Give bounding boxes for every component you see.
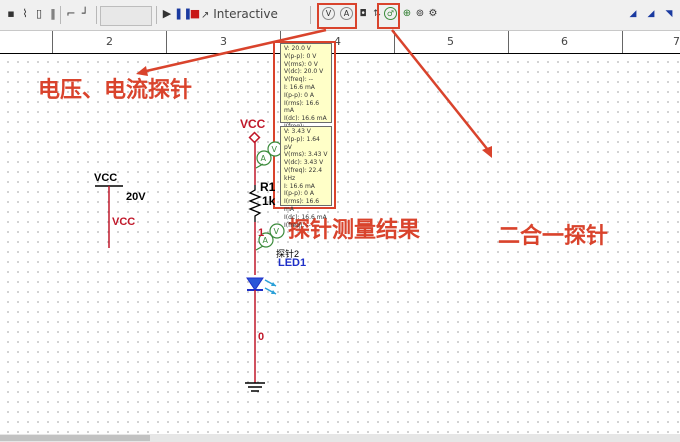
annotation-combo-probe: 二合一探针 bbox=[498, 224, 609, 249]
resistor-r1 bbox=[248, 185, 262, 222]
probe1-results-box[interactable]: V: 20.0 V V(p-p): 0 V V(rms): 0 V V(dc):… bbox=[280, 43, 332, 130]
probe2-tip bbox=[255, 245, 264, 251]
vcc-net-label-left: VCC bbox=[112, 216, 136, 228]
probe1-tip bbox=[255, 163, 264, 169]
probe1-line: V(freq): -- bbox=[284, 76, 313, 84]
annotation-probe-types: 电压、电流探针 bbox=[38, 78, 193, 103]
probe2-line: V(freq): 22.4 kHz bbox=[284, 166, 323, 182]
probe2-line: V(rms): 3.43 V bbox=[284, 151, 328, 159]
probe2-results-box[interactable]: V: 3.43 V V(p-p): 1.64 pV V(rms): 3.43 V… bbox=[280, 126, 332, 229]
probe2-line: I(rms): 16.6 mA bbox=[284, 198, 320, 213]
led-diode bbox=[246, 277, 264, 291]
probe1-line: I(p-p): 0 A bbox=[284, 91, 314, 99]
probe1-line: V(rms): 0 V bbox=[284, 60, 318, 68]
probe1-voltmeter-letter: V bbox=[272, 145, 278, 154]
probe2-line: I: 16.6 mA bbox=[284, 182, 315, 190]
combo-probe-toolbar-highlight bbox=[377, 3, 400, 29]
vcc-source-voltage: 20V bbox=[126, 191, 146, 203]
probe2-line: V(dc): 3.43 V bbox=[284, 159, 324, 167]
vcc-terminal bbox=[248, 131, 261, 144]
probe1-line: I(dc): 16.6 mA bbox=[284, 115, 327, 123]
probe1-line: V(dc): 20.0 V bbox=[284, 68, 324, 76]
probe1-line: V(p-p): 0 V bbox=[284, 52, 317, 60]
node-1-label: 1 bbox=[258, 227, 265, 239]
scrollbar-thumb[interactable] bbox=[0, 435, 150, 441]
probe1-line: I: 16.6 mA bbox=[284, 83, 315, 91]
probe2-line: I(p-p): 0 A bbox=[284, 190, 314, 198]
probe-toolbar-highlight bbox=[317, 3, 357, 29]
resistor-value: 1k bbox=[262, 194, 276, 208]
probe1-line: I(rms): 16.6 mA bbox=[284, 99, 320, 115]
led-name: LED1 bbox=[278, 257, 307, 269]
vcc-net-label-top: VCC bbox=[240, 117, 266, 131]
probe2-line: V: 3.43 V bbox=[284, 128, 311, 135]
probe1-ammeter-letter: A bbox=[261, 154, 267, 163]
probe2-line: I(freq): -- bbox=[284, 221, 311, 229]
horizontal-scrollbar[interactable] bbox=[0, 434, 680, 442]
resistor-name: R1 bbox=[260, 180, 276, 194]
probe2-line: I(dc): 16.6 mA bbox=[284, 213, 327, 221]
probe2-line: V(p-p): 1.64 pV bbox=[284, 135, 320, 151]
vcc-source-label: VCC bbox=[94, 172, 118, 184]
node-0-label: 0 bbox=[258, 331, 265, 343]
probe2-voltmeter-letter: V bbox=[274, 227, 280, 236]
arrow-combo-probe bbox=[391, 29, 489, 151]
probe1-line: V: 20.0 V bbox=[284, 45, 311, 52]
